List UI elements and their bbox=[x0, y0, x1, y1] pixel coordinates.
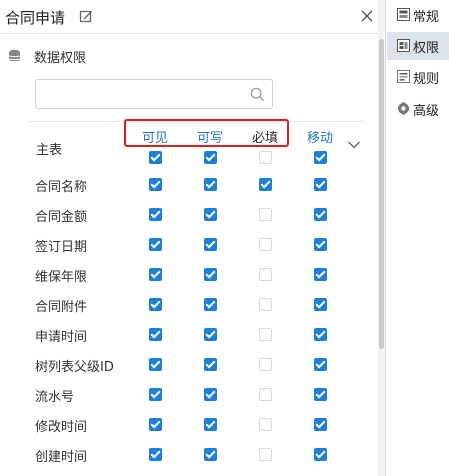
required-checkbox[interactable] bbox=[259, 268, 272, 281]
move-checkbox[interactable] bbox=[314, 151, 327, 164]
required-checkbox[interactable] bbox=[259, 238, 272, 251]
field-label: 合同附件 bbox=[35, 300, 88, 315]
writable-checkbox[interactable] bbox=[204, 268, 217, 281]
visible-checkbox[interactable] bbox=[149, 298, 162, 311]
field-label: 修改时间 bbox=[35, 420, 88, 435]
writable-checkbox[interactable] bbox=[204, 151, 217, 164]
database-icon bbox=[8, 49, 21, 62]
move-checkbox[interactable] bbox=[314, 328, 327, 341]
page-title: 合同申请 bbox=[5, 9, 66, 27]
writable-checkbox[interactable] bbox=[204, 388, 217, 401]
tab-label: 规则 bbox=[413, 72, 440, 87]
writable-checkbox[interactable] bbox=[204, 418, 217, 431]
move-checkbox[interactable] bbox=[314, 358, 327, 371]
tab-label: 常规 bbox=[413, 10, 440, 25]
field-label: 合同名称 bbox=[35, 180, 88, 195]
tab-label: 权限 bbox=[413, 41, 440, 56]
chevron-down-icon[interactable] bbox=[347, 140, 361, 150]
advanced-icon bbox=[398, 102, 409, 115]
data-permission-label: 数据权限 bbox=[34, 51, 87, 66]
required-checkbox[interactable] bbox=[259, 388, 272, 401]
visible-checkbox[interactable] bbox=[149, 208, 162, 221]
required-checkbox[interactable] bbox=[259, 418, 272, 431]
required-checkbox[interactable] bbox=[259, 358, 272, 371]
move-checkbox[interactable] bbox=[314, 178, 327, 191]
move-checkbox[interactable] bbox=[314, 298, 327, 311]
move-checkbox[interactable] bbox=[314, 238, 327, 251]
field-label: 合同金额 bbox=[35, 210, 88, 225]
move-checkbox[interactable] bbox=[314, 208, 327, 221]
writable-checkbox[interactable] bbox=[204, 238, 217, 251]
required-checkbox[interactable] bbox=[259, 328, 272, 341]
visible-checkbox[interactable] bbox=[149, 328, 162, 341]
permission-icon bbox=[397, 39, 410, 52]
move-checkbox[interactable] bbox=[314, 448, 327, 461]
visible-checkbox[interactable] bbox=[149, 448, 162, 461]
tab-label: 高级 bbox=[413, 104, 440, 119]
writable-checkbox[interactable] bbox=[204, 208, 217, 221]
move-checkbox[interactable] bbox=[314, 388, 327, 401]
writable-checkbox[interactable] bbox=[204, 178, 217, 191]
column-header-move[interactable]: 移动 bbox=[295, 127, 345, 146]
field-label: 维保年限 bbox=[35, 270, 88, 285]
search-icon[interactable] bbox=[250, 87, 265, 102]
writable-checkbox[interactable] bbox=[204, 298, 217, 311]
visible-checkbox[interactable] bbox=[149, 418, 162, 431]
visible-checkbox[interactable] bbox=[149, 388, 162, 401]
move-checkbox[interactable] bbox=[314, 418, 327, 431]
field-label: 树列表父级ID bbox=[35, 360, 114, 375]
search-box[interactable] bbox=[35, 79, 273, 109]
visible-checkbox[interactable] bbox=[149, 268, 162, 281]
writable-checkbox[interactable] bbox=[204, 448, 217, 461]
header-divider bbox=[0, 33, 379, 34]
required-checkbox[interactable] bbox=[259, 448, 272, 461]
required-checkbox[interactable] bbox=[259, 178, 272, 191]
highlight-box bbox=[124, 119, 289, 147]
tab-rules[interactable]: 规则 bbox=[387, 63, 449, 91]
tab-advanced[interactable]: 高级 bbox=[387, 95, 449, 123]
field-label: 创建时间 bbox=[35, 450, 88, 465]
required-checkbox[interactable] bbox=[259, 151, 272, 164]
visible-checkbox[interactable] bbox=[149, 358, 162, 371]
rules-icon bbox=[397, 70, 410, 83]
main-table-label: 主表 bbox=[36, 143, 63, 158]
edit-icon[interactable] bbox=[79, 9, 93, 23]
field-label: 流水号 bbox=[35, 390, 75, 405]
visible-checkbox[interactable] bbox=[149, 238, 162, 251]
field-permission-panel: 合同申请 数据权限 可见 可写 必填 移动 主表 合同名称 合同金额 签订日期 维保年限… bbox=[0, 0, 385, 476]
tab-general[interactable]: 常规 bbox=[387, 1, 449, 29]
visible-checkbox[interactable] bbox=[149, 151, 162, 164]
writable-checkbox[interactable] bbox=[204, 328, 217, 341]
search-input[interactable] bbox=[42, 84, 246, 106]
settings-icon bbox=[397, 8, 410, 21]
field-label: 签订日期 bbox=[35, 240, 88, 255]
close-icon[interactable] bbox=[360, 9, 374, 23]
required-checkbox[interactable] bbox=[259, 208, 272, 221]
visible-checkbox[interactable] bbox=[149, 178, 162, 191]
writable-checkbox[interactable] bbox=[204, 358, 217, 371]
side-tabs: 常规 权限 规则 高级 bbox=[385, 0, 449, 476]
required-checkbox[interactable] bbox=[259, 298, 272, 311]
scrollbar-thumb[interactable] bbox=[379, 39, 384, 349]
field-label: 申请时间 bbox=[35, 330, 88, 345]
tab-permission[interactable]: 权限 bbox=[387, 32, 449, 60]
move-checkbox[interactable] bbox=[314, 268, 327, 281]
